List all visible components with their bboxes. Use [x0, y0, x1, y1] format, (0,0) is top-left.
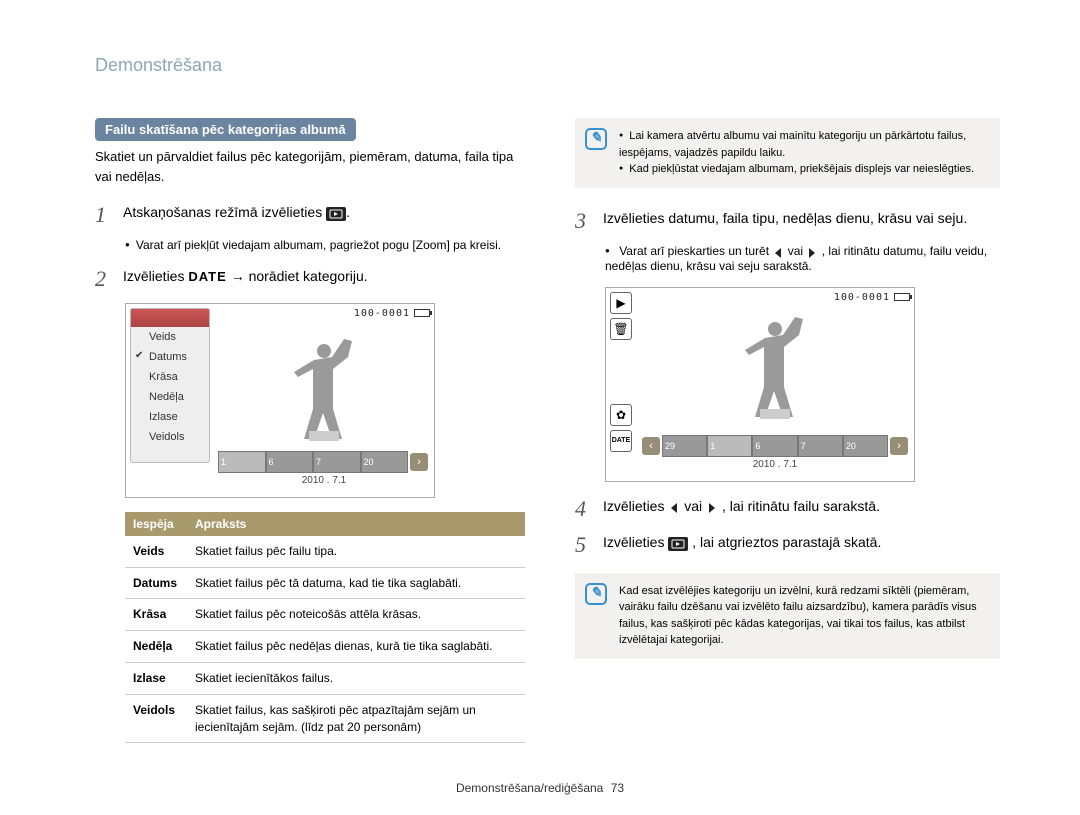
note-1: ✎ Lai kamera atvērtu albumu vai mainītu … — [575, 118, 1000, 188]
menu-item: Veidols — [131, 427, 209, 447]
menu-item: Nedēļa — [131, 387, 209, 407]
file-index: 100-0001 — [640, 292, 910, 303]
step3-text: Izvēlieties datumu, faila tipu, nedēļas … — [603, 208, 1000, 234]
camera-icon — [668, 533, 688, 554]
section-label: Failu skatīšana pēc kategorijas albumā — [95, 118, 356, 141]
file-index: 100-0001 — [218, 308, 430, 319]
note-2: ✎ Kad esat izvēlējies kategoriju un izvē… — [575, 573, 1000, 659]
person-silhouette-icon — [730, 314, 820, 424]
step-number-5: 5 — [575, 532, 603, 558]
chevron-right-icon — [706, 497, 718, 518]
opt-desc: Skatiet failus pēc noteicošās attēla krā… — [187, 599, 525, 631]
note2-text: Kad esat izvēlējies kategoriju un izvēln… — [619, 583, 988, 649]
note-item: Kad piekļūstat viedajam albumam, priekšē… — [619, 161, 988, 178]
th-option: Iespēja — [125, 512, 187, 536]
next-icon: › — [410, 453, 428, 471]
battery-icon — [414, 309, 430, 317]
info-icon: ✎ — [585, 128, 607, 150]
opt-name: Veids — [125, 536, 187, 567]
page-title: Demonstrēšana — [95, 55, 1000, 76]
chevron-left-icon — [772, 245, 784, 259]
opt-name: Datums — [125, 567, 187, 599]
step5-text-a: Izvēlieties — [603, 534, 668, 550]
step3-bullet: Varat arī pieskarties un turēt vai , lai… — [605, 244, 1000, 273]
thumb: 1 — [218, 451, 266, 473]
date-caps-icon: DATE — [188, 269, 226, 284]
date-label: 2010 . 7.1 — [640, 459, 910, 473]
step4-text-a: Izvēlieties — [603, 498, 668, 514]
step-number-3: 3 — [575, 208, 603, 234]
intro-text: Skatiet un pārvaldiet failus pēc kategor… — [95, 147, 525, 186]
thumb: 6 — [752, 435, 797, 457]
step5-text-b: , lai atgrieztos parastajā skatā. — [692, 534, 881, 550]
camera-screenshot-1: Veids Datums Krāsa Nedēļa Izlase Veidols… — [125, 303, 435, 498]
thumb: 20 — [361, 451, 409, 473]
person-silhouette-icon — [279, 336, 369, 446]
menu-item: Datums — [131, 347, 209, 367]
step1-bullet: Varat arī piekļūt viedajam albumam, pagr… — [125, 238, 525, 252]
step-number-1: 1 — [95, 202, 123, 228]
options-table: Iespēja Apraksts VeidsSkatiet failus pēc… — [125, 512, 525, 744]
step2-text-a: Izvēlieties — [123, 268, 188, 284]
date-icon: DATE — [610, 430, 632, 452]
menu-item: Krāsa — [131, 367, 209, 387]
prev-icon: ‹ — [642, 437, 660, 455]
step2-text-b: → norādiet kategoriju. — [231, 268, 368, 284]
footer-section: Demonstrēšana/rediģēšana — [456, 781, 603, 795]
th-desc: Apraksts — [187, 512, 525, 536]
note-item: Lai kamera atvērtu albumu vai mainītu ka… — [619, 128, 988, 161]
menu-item: Veids — [131, 327, 209, 347]
opt-name: Nedēļa — [125, 631, 187, 663]
thumb: 7 — [313, 451, 361, 473]
camera-screenshot-2: ▶ 🗑 ✿ DATE 100-0001 ‹ 29 1 — [605, 287, 915, 482]
gear-icon: ✿ — [610, 404, 632, 426]
chevron-right-icon — [806, 245, 818, 259]
date-label: 2010 . 7.1 — [218, 475, 430, 489]
opt-desc: Skatiet iecienītākos failus. — [187, 662, 525, 694]
chevron-left-icon — [668, 497, 680, 518]
step-number-4: 4 — [575, 496, 603, 522]
thumb: 29 — [662, 435, 707, 457]
opt-name: Veidols — [125, 694, 187, 743]
step1-text: Atskaņošanas režīmā izvēlieties — [123, 204, 326, 220]
opt-name: Izlase — [125, 662, 187, 694]
page-number: 73 — [611, 781, 624, 795]
camera-icon — [326, 203, 346, 224]
opt-desc: Skatiet failus pēc nedēļas dienas, kurā … — [187, 631, 525, 663]
thumb: 6 — [266, 451, 314, 473]
thumb: 20 — [843, 435, 888, 457]
step-number-2: 2 — [95, 266, 123, 292]
battery-icon — [894, 293, 910, 301]
menu-item: Izlase — [131, 407, 209, 427]
opt-desc: Skatiet failus, kas sašķiroti pēc atpazī… — [187, 694, 525, 743]
step4-text-c: , lai ritinātu failu sarakstā. — [722, 498, 880, 514]
next-icon: › — [890, 437, 908, 455]
trash-icon: 🗑 — [610, 318, 632, 340]
thumb: 7 — [798, 435, 843, 457]
play-icon: ▶ — [610, 292, 632, 314]
opt-desc: Skatiet failus pēc tā datuma, kad tie ti… — [187, 567, 525, 599]
opt-name: Krāsa — [125, 599, 187, 631]
opt-desc: Skatiet failus pēc failu tipa. — [187, 536, 525, 567]
step4-text-b: vai — [684, 498, 706, 514]
page-footer: Demonstrēšana/rediģēšana 73 — [0, 781, 1080, 795]
info-icon: ✎ — [585, 583, 607, 605]
thumb: 1 — [707, 435, 752, 457]
